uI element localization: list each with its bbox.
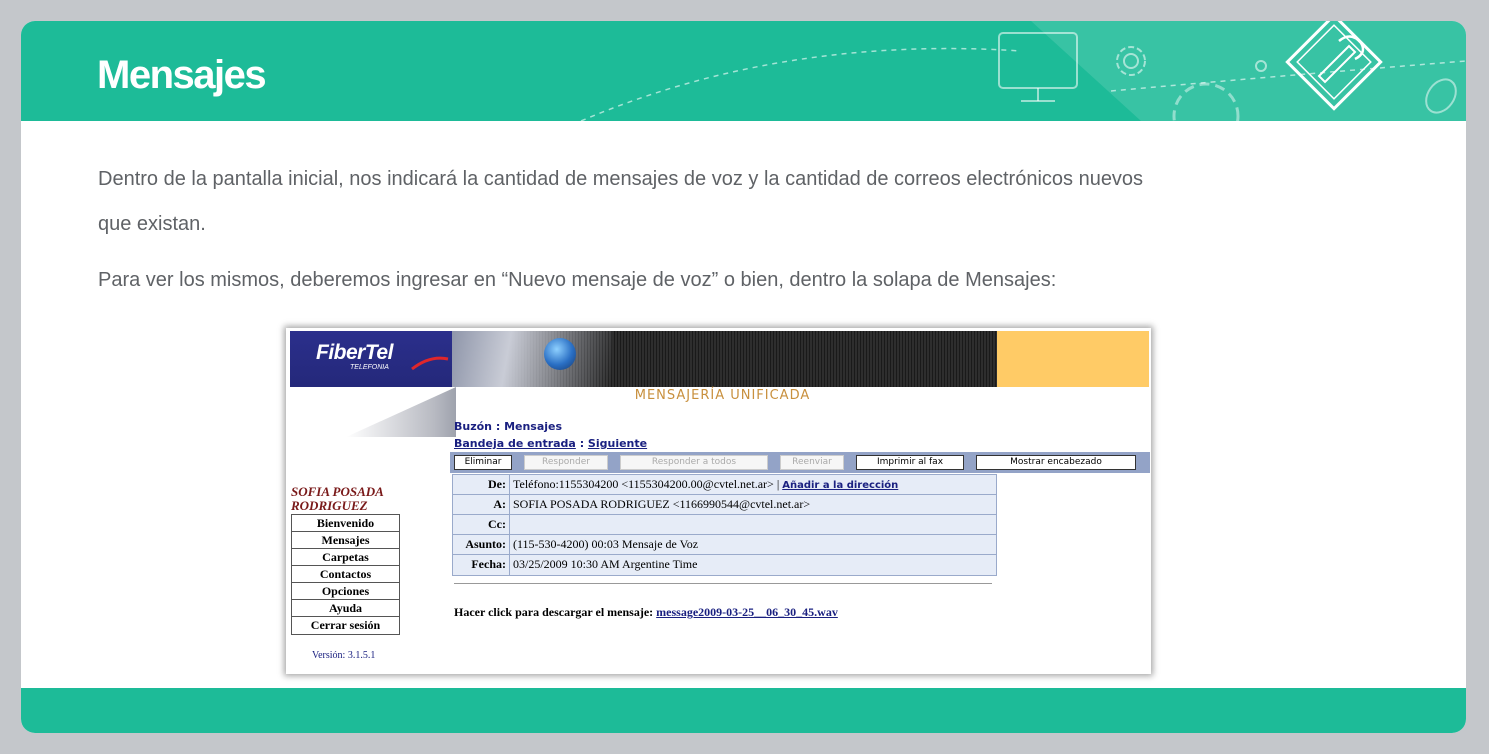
brand-name: FiberTel: [316, 341, 393, 364]
next-link[interactable]: Siguiente: [588, 437, 647, 450]
nav-item-contactos[interactable]: Contactos: [292, 566, 399, 583]
from-value-cell: Teléfono:1155304200 <1155304200.00@cvtel…: [510, 475, 996, 494]
delete-button[interactable]: Eliminar: [454, 455, 512, 470]
banner-accent: [997, 331, 1149, 387]
user-name-line-1: SOFIA POSADA: [291, 484, 384, 499]
header-row-subject: Asunto: (115-530-4200) 00:03 Mensaje de …: [453, 535, 996, 555]
cc-value: [510, 515, 996, 534]
inbox-link[interactable]: Bandeja de entrada: [454, 437, 576, 450]
divider: [454, 583, 992, 584]
to-label: A:: [453, 495, 510, 514]
instruction-paragraph: Para ver los mismos, deberemos ingresar …: [98, 269, 1057, 291]
header-banner: Mensajes: [21, 21, 1466, 121]
nav-item-ayuda[interactable]: Ayuda: [292, 600, 399, 617]
from-value: Teléfono:1155304200 <1155304200.00@cvtel…: [513, 477, 774, 491]
from-separator: |: [773, 477, 783, 491]
reply-button[interactable]: Responder: [524, 455, 608, 470]
globe-icon: [544, 338, 576, 370]
print-fax-button[interactable]: Imprimir al fax: [856, 455, 964, 470]
intro-paragraph-line-1: Dentro de la pantalla inicial, nos indic…: [98, 168, 1144, 190]
user-name-line-2: RODRIGUEZ: [291, 498, 368, 513]
intro-paragraph-line-2: que existan.: [98, 213, 206, 235]
nav-item-opciones[interactable]: Opciones: [292, 583, 399, 600]
breadcrumb: Bandeja de entrada : Siguiente: [454, 437, 647, 450]
footer-bar: [21, 688, 1466, 733]
subject-value: (115-530-4200) 00:03 Mensaje de Voz: [513, 537, 699, 551]
nav-item-carpetas[interactable]: Carpetas: [292, 549, 399, 566]
header-row-to: A: SOFIA POSADA RODRIGUEZ <1166990544@cv…: [453, 495, 996, 515]
header-row-date: Fecha: 03/25/2009 10:30 AM Argentine Tim…: [453, 555, 996, 575]
swoosh-icon: [411, 356, 449, 371]
subject-label: Asunto:: [453, 535, 510, 554]
download-link[interactable]: message2009-03-25__06_30_45.wav: [656, 605, 838, 619]
add-address-link[interactable]: Añadir a la dirección: [782, 480, 898, 491]
body-text: Dentro de la pantalla inicial, nos indic…: [98, 157, 1348, 303]
fibertel-logo: FiberTel TELEFONIA: [290, 331, 452, 387]
cc-label: Cc:: [453, 515, 510, 534]
nav-item-bienvenido[interactable]: Bienvenido: [292, 515, 399, 532]
message-toolbar: Eliminar Responder Responder a todos Ree…: [450, 452, 1150, 473]
show-header-button[interactable]: Mostrar encabezado: [976, 455, 1136, 470]
header-row-from: De: Teléfono:1155304200 <1155304200.00@c…: [453, 475, 996, 495]
breadcrumb-separator: :: [575, 437, 588, 450]
app-title: MENSAJERÍA UNIFICADA: [634, 388, 811, 403]
nav-item-cerrar-sesion[interactable]: Cerrar sesión: [292, 617, 399, 634]
message-header-table: De: Teléfono:1155304200 <1155304200.00@c…: [452, 474, 997, 576]
download-text: Hacer click para descargar el mensaje:: [454, 605, 657, 619]
nav-item-mensajes[interactable]: Mensajes: [292, 532, 399, 549]
forward-button[interactable]: Reenviar: [780, 455, 844, 470]
header-row-cc: Cc:: [453, 515, 996, 535]
download-row: Hacer click para descargar el mensaje: m…: [454, 605, 838, 620]
mailbox-label: Buzón : Mensajes: [454, 420, 563, 433]
brand-sub: TELEFONIA: [350, 364, 389, 371]
date-value: 03/25/2009 10:30 AM Argentine Time: [513, 557, 698, 571]
from-label: De:: [453, 475, 510, 494]
reply-all-button[interactable]: Responder a todos: [620, 455, 768, 470]
to-value: SOFIA POSADA RODRIGUEZ <1166990544@cvtel…: [513, 497, 811, 511]
version-label: Versión: 3.1.5.1: [312, 650, 376, 661]
fibertel-screenshot: FiberTel TELEFONIA MENSAJERÍA UNIFICADA …: [286, 328, 1151, 674]
sidebar-nav: Bienvenido Mensajes Carpetas Contactos O…: [291, 514, 400, 635]
banner-fade: [452, 331, 612, 387]
date-label: Fecha:: [453, 555, 510, 575]
page-title: Mensajes: [97, 53, 267, 97]
user-name: SOFIA POSADA RODRIGUEZ: [291, 485, 384, 513]
